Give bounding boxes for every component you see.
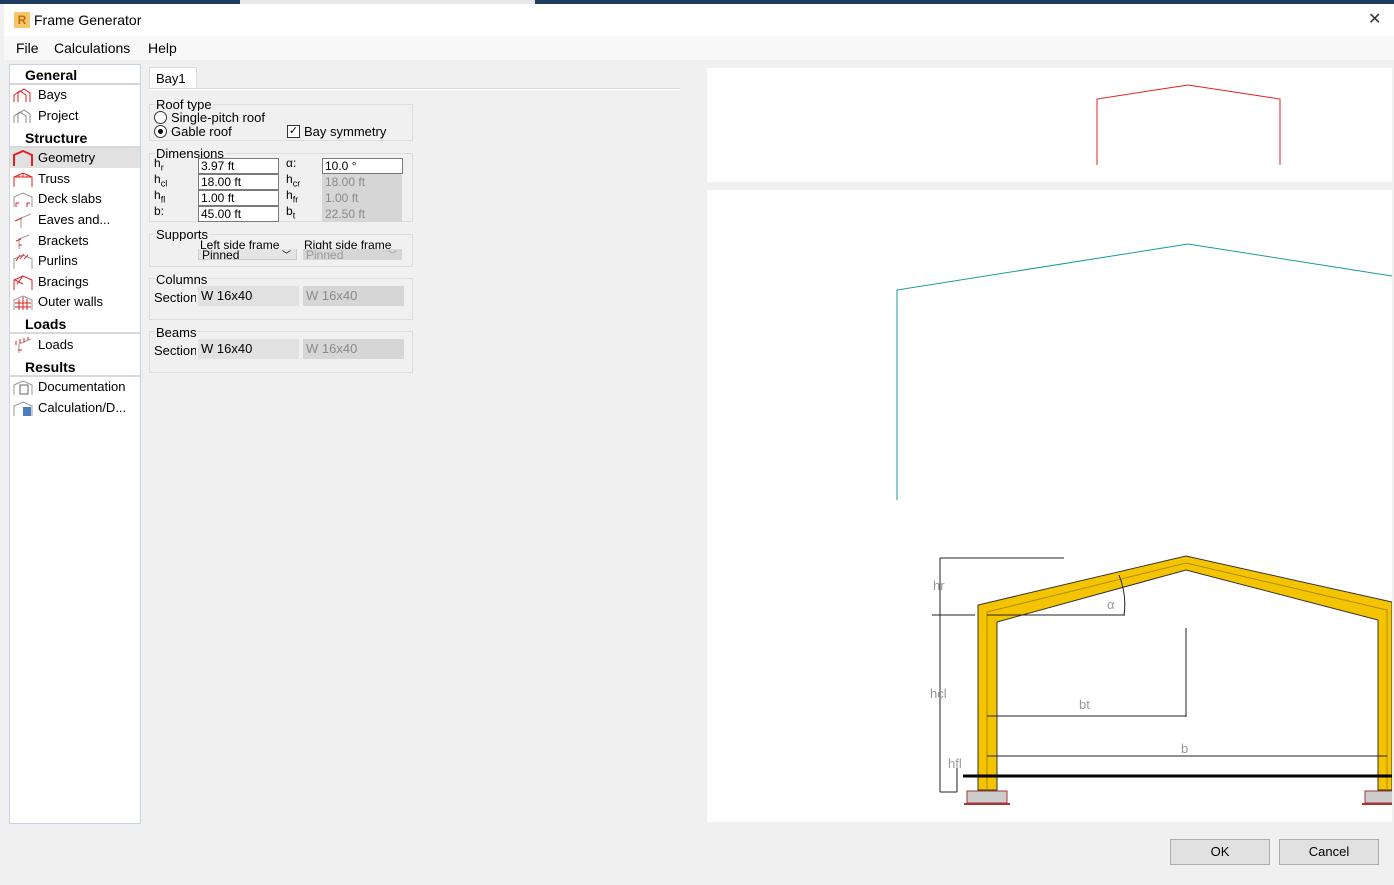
sidebar-item-geometry[interactable]: Geometry [10, 148, 140, 168]
left-support-value: Pinned [202, 249, 240, 260]
dim-label: α: [286, 156, 297, 170]
section-general: General [25, 67, 78, 83]
eaves-icon [14, 213, 32, 228]
dim-label: hfr [286, 188, 299, 205]
bracings-icon [13, 275, 33, 290]
calculation-icon [13, 401, 33, 416]
dim-label: hcl [154, 172, 168, 189]
deck-slabs-icon [13, 192, 33, 207]
dim-label: hcr [286, 172, 301, 189]
window-title: Frame Generator [34, 12, 142, 28]
single-pitch-label: Single-pitch roof [171, 110, 265, 125]
left-frame-label: Left side frame [200, 239, 280, 249]
dim-label: b: [154, 204, 165, 218]
label-hr: hr [933, 578, 945, 593]
label-b: b [1181, 741, 1188, 756]
right-frame-label: Right side frame [304, 239, 392, 249]
purlins-icon [13, 253, 33, 269]
right-support-select: Pinned ﹀ [303, 249, 402, 260]
section-results: Results [25, 359, 76, 375]
title-bar: R Frame Generator ✕ [4, 4, 1394, 36]
beams-section-select[interactable]: W 16x40 [198, 339, 299, 359]
sidebar-item-truss[interactable]: Truss [10, 169, 140, 189]
bay-symmetry-checkbox[interactable]: ✓ [287, 125, 300, 138]
beams-section-label: Section [154, 343, 196, 358]
bay-symmetry-label: Bay symmetry [304, 124, 387, 139]
menu-calculations[interactable]: Calculations [54, 40, 130, 56]
sidebar-item-bracings[interactable]: Bracings [10, 272, 140, 292]
ok-button[interactable]: OK [1170, 839, 1270, 865]
beams-label: Beams [155, 326, 198, 340]
dim-field-right-2: 1.00 ft [322, 190, 402, 206]
sidebar-item-eaves[interactable]: Eaves and... [10, 210, 140, 230]
dim-field-left-2[interactable]: 1.00 ft [198, 190, 279, 206]
section-structure: Structure [25, 130, 88, 146]
label-hfl: hfl [948, 756, 962, 771]
sidebar-item-brackets[interactable]: Brackets [10, 231, 140, 251]
label-alpha: α [1107, 597, 1115, 612]
sidebar-item-deck-slabs[interactable]: Deck slabs [10, 189, 140, 209]
dim-label: hfl [154, 188, 166, 205]
dim-label: bt [286, 204, 296, 221]
label-hcl: hcl [930, 686, 947, 701]
label-bt: bt [1079, 697, 1090, 712]
sidebar-item-calculation[interactable]: Calculation/D... [10, 398, 140, 418]
section-loads: Loads [25, 316, 67, 332]
single-pitch-radio[interactable] [154, 111, 167, 124]
columns-section-label: Section [154, 290, 196, 305]
menu-file[interactable]: File [16, 40, 39, 56]
sidebar-item-bays[interactable]: Bays [10, 85, 140, 105]
dim-field-left-3[interactable]: 45.00 ft [198, 206, 279, 222]
geometry-preview: hr hcl hfl α bt b [707, 190, 1394, 822]
documentation-icon [13, 380, 33, 395]
columns-section-select[interactable]: W 16x40 [198, 286, 299, 306]
loads-icon [15, 337, 32, 353]
tab-divider [149, 88, 680, 90]
frame-outline [896, 243, 1393, 500]
sidebar: General Bays Project Structure Geometry … [9, 64, 141, 824]
top-view-preview [707, 68, 1392, 182]
right-support-value: Pinned [306, 249, 344, 260]
tab-bay1[interactable]: Bay1 [149, 67, 197, 89]
project-icon [13, 109, 31, 123]
dim-field-right-1: 18.00 ft [322, 174, 402, 190]
dim-field-left-0[interactable]: 3.97 ft [198, 158, 279, 174]
outer-walls-icon [13, 295, 33, 310]
schematic-frame: hr hcl hfl α bt b [930, 555, 1394, 805]
frame-preview-top [1096, 84, 1281, 165]
sidebar-item-documentation[interactable]: Documentation [10, 377, 140, 397]
beams-section-right: W 16x40 [303, 339, 404, 359]
sidebar-item-outer-walls[interactable]: Outer walls [10, 292, 140, 312]
cancel-button[interactable]: Cancel [1279, 839, 1379, 865]
dim-field-right-3: 22.50 ft [322, 206, 402, 222]
app-logo-icon: R [14, 12, 30, 28]
menu-help[interactable]: Help [148, 40, 177, 56]
columns-label: Columns [155, 273, 209, 287]
close-icon[interactable]: ✕ [1368, 9, 1381, 29]
menu-bar: File Calculations Help [4, 36, 1394, 60]
sidebar-item-loads[interactable]: Loads [10, 335, 140, 355]
sidebar-item-purlins[interactable]: Purlins [10, 251, 140, 271]
dim-label: hr [154, 156, 164, 173]
columns-section-right: W 16x40 [303, 286, 404, 306]
gable-roof-radio[interactable] [154, 125, 167, 138]
frame-preview-main: hr hcl hfl α bt b [896, 243, 1394, 805]
sidebar-item-project[interactable]: Project [10, 106, 140, 126]
dim-field-right-0[interactable]: 10.0 ° [322, 158, 403, 174]
bays-icon [13, 88, 31, 102]
dim-field-left-1[interactable]: 18.00 ft [198, 174, 279, 190]
chevron-down-icon: ﹀ [281, 250, 291, 260]
left-support-select[interactable]: Pinned ﹀ [198, 249, 297, 260]
geometry-icon [13, 150, 33, 166]
truss-icon [13, 172, 33, 187]
gable-roof-label: Gable roof [171, 124, 232, 139]
chevron-down-icon: ﹀ [387, 250, 397, 260]
brackets-icon [15, 234, 30, 249]
